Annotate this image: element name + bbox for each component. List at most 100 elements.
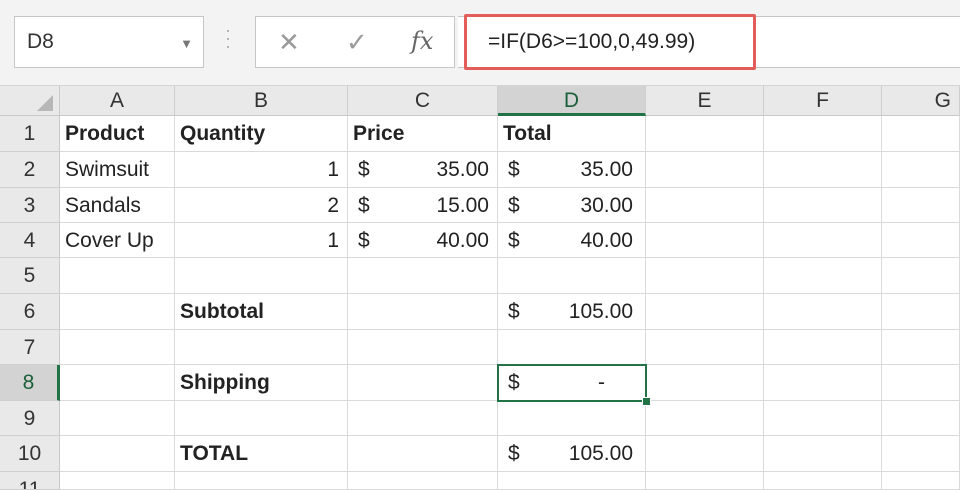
cell-c8[interactable]: [348, 365, 498, 401]
row-header-8[interactable]: 8: [0, 365, 60, 401]
cell-a3[interactable]: Sandals: [60, 188, 175, 223]
cell-d11[interactable]: [498, 472, 646, 490]
cell-b2[interactable]: 1: [175, 152, 348, 188]
cell-e11[interactable]: [646, 472, 764, 490]
cell-g6[interactable]: [882, 294, 960, 330]
cell-b1[interactable]: Quantity: [175, 116, 348, 152]
fill-handle[interactable]: [642, 397, 651, 406]
cell-g3[interactable]: [882, 188, 960, 223]
cell-e1[interactable]: [646, 116, 764, 152]
row-header-11[interactable]: 11: [0, 472, 60, 490]
cell-f10[interactable]: [764, 436, 882, 472]
cell-c2[interactable]: $35.00: [348, 152, 498, 188]
cell-f6[interactable]: [764, 294, 882, 330]
cell-a10[interactable]: [60, 436, 175, 472]
cell-a7[interactable]: [60, 330, 175, 365]
cell-d10[interactable]: $105.00: [498, 436, 646, 472]
column-header-e[interactable]: E: [646, 86, 764, 116]
enter-check-icon[interactable]: ✓: [346, 27, 368, 58]
cell-c9[interactable]: [348, 401, 498, 436]
cell-g8[interactable]: [882, 365, 960, 401]
chevron-down-icon[interactable]: ▼: [180, 36, 193, 51]
cell-b8[interactable]: Shipping: [175, 365, 348, 401]
row-header-9[interactable]: 9: [0, 401, 60, 436]
cell-b10[interactable]: TOTAL: [175, 436, 348, 472]
cancel-icon[interactable]: ✕: [278, 27, 300, 58]
cell-a2[interactable]: Swimsuit: [60, 152, 175, 188]
row-header-7[interactable]: 7: [0, 330, 60, 365]
cell-f11[interactable]: [764, 472, 882, 490]
cell-b5[interactable]: [175, 258, 348, 294]
cell-b9[interactable]: [175, 401, 348, 436]
formula-text[interactable]: =IF(D6>=100,0,49.99): [488, 30, 695, 54]
cell-f1[interactable]: [764, 116, 882, 152]
cell-b6[interactable]: Subtotal: [175, 294, 348, 330]
cell-d6[interactable]: $105.00: [498, 294, 646, 330]
cell-d5[interactable]: [498, 258, 646, 294]
name-box[interactable]: D8 ▼: [14, 16, 204, 68]
row-header-10[interactable]: 10: [0, 436, 60, 472]
cell-f4[interactable]: [764, 223, 882, 258]
cell-e2[interactable]: [646, 152, 764, 188]
cell-f8[interactable]: [764, 365, 882, 401]
cell-c3[interactable]: $15.00: [348, 188, 498, 223]
cell-d2[interactable]: $35.00: [498, 152, 646, 188]
cell-e9[interactable]: [646, 401, 764, 436]
cell-g1[interactable]: [882, 116, 960, 152]
cell-d4[interactable]: $40.00: [498, 223, 646, 258]
cell-f3[interactable]: [764, 188, 882, 223]
cell-f2[interactable]: [764, 152, 882, 188]
cell-a11[interactable]: [60, 472, 175, 490]
column-header-g[interactable]: G: [882, 86, 960, 116]
cell-f5[interactable]: [764, 258, 882, 294]
cell-e10[interactable]: [646, 436, 764, 472]
column-header-d[interactable]: D: [498, 86, 646, 116]
cell-e5[interactable]: [646, 258, 764, 294]
column-header-b[interactable]: B: [175, 86, 348, 116]
cell-c11[interactable]: [348, 472, 498, 490]
column-header-c[interactable]: C: [348, 86, 498, 116]
cell-e6[interactable]: [646, 294, 764, 330]
cell-b3[interactable]: 2: [175, 188, 348, 223]
row-header-3[interactable]: 3: [0, 188, 60, 223]
column-header-a[interactable]: A: [60, 86, 175, 116]
cell-f7[interactable]: [764, 330, 882, 365]
cell-g7[interactable]: [882, 330, 960, 365]
cell-g11[interactable]: [882, 472, 960, 490]
cell-a6[interactable]: [60, 294, 175, 330]
cell-e4[interactable]: [646, 223, 764, 258]
column-header-f[interactable]: F: [764, 86, 882, 116]
cell-g4[interactable]: [882, 223, 960, 258]
cell-e8[interactable]: [646, 365, 764, 401]
cell-d1[interactable]: Total: [498, 116, 646, 152]
cell-c10[interactable]: [348, 436, 498, 472]
cell-c1[interactable]: Price: [348, 116, 498, 152]
insert-function-icon[interactable]: fx: [411, 27, 433, 55]
cell-g10[interactable]: [882, 436, 960, 472]
row-header-1[interactable]: 1: [0, 116, 60, 152]
row-header-5[interactable]: 5: [0, 258, 60, 294]
cell-a1[interactable]: Product: [60, 116, 175, 152]
cell-c7[interactable]: [348, 330, 498, 365]
cell-a5[interactable]: [60, 258, 175, 294]
cell-b11[interactable]: [175, 472, 348, 490]
cell-b4[interactable]: 1: [175, 223, 348, 258]
cell-g9[interactable]: [882, 401, 960, 436]
cell-c6[interactable]: [348, 294, 498, 330]
cell-d8[interactable]: $ -: [498, 365, 646, 401]
row-header-6[interactable]: 6: [0, 294, 60, 330]
cell-d9[interactable]: [498, 401, 646, 436]
row-header-4[interactable]: 4: [0, 223, 60, 258]
select-all-corner[interactable]: [0, 86, 60, 116]
cell-f9[interactable]: [764, 401, 882, 436]
row-header-2[interactable]: 2: [0, 152, 60, 188]
cell-d3[interactable]: $30.00: [498, 188, 646, 223]
cell-d7[interactable]: [498, 330, 646, 365]
cell-g2[interactable]: [882, 152, 960, 188]
cell-a4[interactable]: Cover Up: [60, 223, 175, 258]
cell-c5[interactable]: [348, 258, 498, 294]
cell-e7[interactable]: [646, 330, 764, 365]
cell-b7[interactable]: [175, 330, 348, 365]
cell-c4[interactable]: $40.00: [348, 223, 498, 258]
cell-g5[interactable]: [882, 258, 960, 294]
